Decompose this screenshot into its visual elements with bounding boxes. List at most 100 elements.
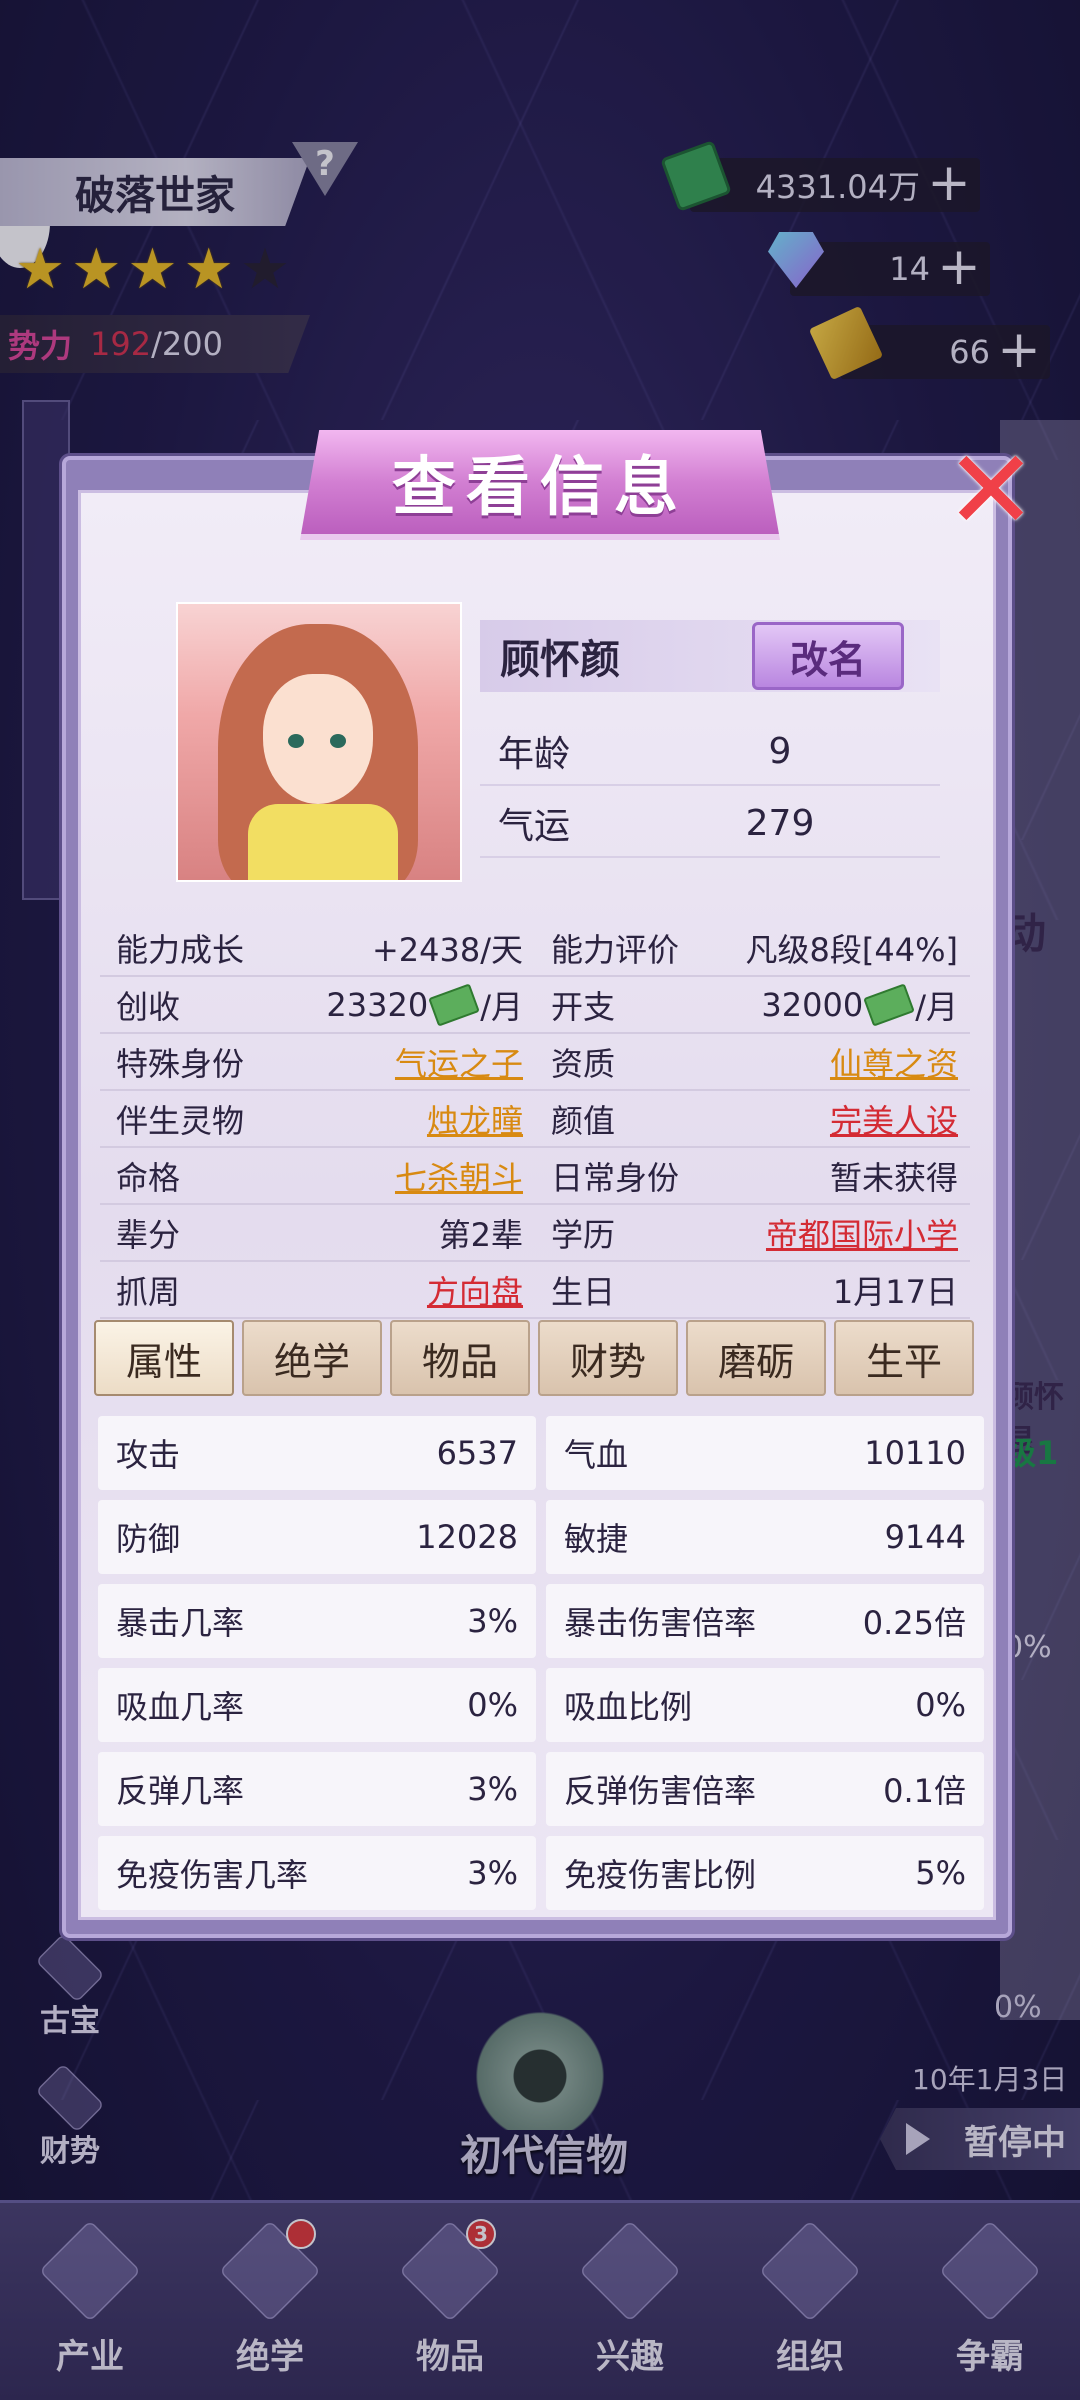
info-value-text: 1月17日	[832, 1272, 958, 1311]
stat-cell: 反弹伤害倍率 0.1倍	[546, 1752, 984, 1826]
stat-value: 6537	[436, 1434, 518, 1472]
stat-row: 反弹几率 3% 反弹伤害倍率 0.1倍	[98, 1752, 984, 1826]
tab-3[interactable]: 财势	[538, 1320, 678, 1396]
info-value-text: +2438/天	[371, 930, 523, 969]
info-value[interactable]: 气运之子	[395, 1039, 523, 1085]
stat-row: 暴击几率 3% 暴击伤害倍率 0.25倍	[98, 1584, 984, 1658]
stat-label: 免疫伤害几率	[116, 1856, 309, 1894]
portrait-eye	[288, 734, 304, 748]
info-value: 1月17日	[833, 1267, 958, 1313]
stat-row: 吸血几率 0% 吸血比例 0%	[98, 1668, 984, 1742]
modal-title: 查看信息	[300, 430, 780, 540]
stat-value: 0.1倍	[883, 1772, 966, 1810]
tab-1[interactable]: 绝学	[242, 1320, 382, 1396]
info-label: 开支	[551, 987, 616, 1026]
info-value-text: 气运之子	[394, 1044, 523, 1083]
stat-cell: 防御 12028	[98, 1500, 536, 1574]
info-label: 创收	[116, 987, 181, 1026]
info-row: 抓周 方向盘 生日 1月17日	[100, 1262, 970, 1319]
info-label: 生日	[551, 1272, 616, 1311]
stat-value: 3%	[467, 1854, 518, 1892]
info-row: 伴生灵物 烛龙瞳 颜值 完美人设	[100, 1091, 970, 1148]
info-value: 第2辈	[439, 1210, 523, 1256]
info-value: +2438/天	[372, 925, 523, 971]
info-value-suffix: /月	[480, 987, 523, 1026]
stat-cell: 吸血几率 0%	[98, 1668, 536, 1742]
info-label: 能力成长	[116, 930, 245, 969]
info-row: 特殊身份 气运之子 资质 仙尊之资	[100, 1034, 970, 1091]
stat-cell: 暴击伤害倍率 0.25倍	[546, 1584, 984, 1658]
portrait-face	[263, 674, 373, 804]
attribute-stats: 攻击 6537 气血 10110 防御 12028 敏捷 9144 暴击几率 3% 暴击伤害倍率 0.…	[98, 1416, 984, 1920]
info-cell: 能力评价 凡级8段[44%]	[535, 920, 970, 975]
tab-5[interactable]: 生平	[834, 1320, 974, 1396]
luck-row: 气运 279	[480, 790, 940, 858]
info-cell: 日常身份 暂未获得	[535, 1148, 970, 1203]
info-value[interactable]: 烛龙瞳	[427, 1096, 523, 1142]
stat-cell: 攻击 6537	[98, 1416, 536, 1490]
stat-label: 攻击	[116, 1436, 181, 1474]
info-value-text: 烛龙瞳	[426, 1101, 523, 1140]
stat-value: 10110	[864, 1434, 966, 1472]
info-value[interactable]: 七杀朝斗	[395, 1153, 523, 1199]
age-label: 年龄	[498, 734, 571, 775]
character-info-grid: 能力成长 +2438/天 能力评价 凡级8段[44%] 创收 23320/月 开支 32000…	[100, 920, 970, 1319]
stat-label: 吸血几率	[116, 1688, 245, 1726]
info-label: 命格	[116, 1158, 181, 1197]
info-label: 颜值	[551, 1101, 616, 1140]
tab-4[interactable]: 磨砺	[686, 1320, 826, 1396]
info-value-text: 暂未获得	[829, 1158, 958, 1197]
info-value: 凡级8段[44%]	[746, 925, 958, 971]
info-value[interactable]: 仙尊之资	[830, 1039, 958, 1085]
stat-cell: 吸血比例 0%	[546, 1668, 984, 1742]
stat-row: 攻击 6537 气血 10110	[98, 1416, 984, 1490]
info-value-text: 23320	[326, 985, 429, 1024]
info-row: 命格 七杀朝斗 日常身份 暂未获得	[100, 1148, 970, 1205]
info-label: 伴生灵物	[116, 1101, 245, 1140]
money-icon	[428, 982, 481, 1027]
info-value-text: 完美人设	[829, 1101, 958, 1140]
info-value-suffix: /月	[915, 987, 958, 1026]
info-row: 创收 23320/月 开支 32000/月	[100, 977, 970, 1034]
stat-cell: 免疫伤害几率 3%	[98, 1836, 536, 1910]
stat-cell: 敏捷 9144	[546, 1500, 984, 1574]
info-label: 辈分	[116, 1215, 181, 1254]
info-cell: 开支 32000/月	[535, 977, 970, 1032]
stat-value: 12028	[416, 1518, 518, 1556]
info-value: 32000/月	[761, 982, 958, 1028]
info-row: 辈分 第2辈 学历 帝都国际小学	[100, 1205, 970, 1262]
luck-label: 气运	[498, 806, 571, 847]
info-label: 资质	[551, 1044, 616, 1083]
info-label: 特殊身份	[116, 1044, 245, 1083]
info-cell: 抓周 方向盘	[100, 1262, 535, 1317]
stat-value: 5%	[915, 1854, 966, 1892]
age-row: 年龄 9	[480, 718, 940, 786]
info-cell: 伴生灵物 烛龙瞳	[100, 1091, 535, 1146]
detail-tabs: 属性 绝学 物品 财势 磨砺 生平	[94, 1320, 974, 1396]
info-value-text: 凡级8段[44%]	[745, 930, 958, 969]
tab-0[interactable]: 属性	[94, 1320, 234, 1396]
stat-value: 0.25倍	[862, 1604, 966, 1642]
info-cell: 能力成长 +2438/天	[100, 920, 535, 975]
info-cell: 资质 仙尊之资	[535, 1034, 970, 1089]
info-value[interactable]: 完美人设	[830, 1096, 958, 1142]
info-label: 抓周	[116, 1272, 181, 1311]
luck-value: 279	[745, 802, 815, 844]
money-icon	[863, 982, 916, 1027]
info-value[interactable]: 帝都国际小学	[766, 1210, 958, 1256]
stat-label: 免疫伤害比例	[564, 1856, 757, 1894]
info-cell: 特殊身份 气运之子	[100, 1034, 535, 1089]
portrait-dress	[248, 804, 398, 880]
info-value-text: 方向盘	[426, 1272, 523, 1311]
stat-value: 0%	[467, 1686, 518, 1724]
info-value-text: 仙尊之资	[829, 1044, 958, 1083]
close-icon[interactable]: ✕	[936, 435, 1046, 545]
info-label: 日常身份	[551, 1158, 680, 1197]
tab-2[interactable]: 物品	[390, 1320, 530, 1396]
rename-button[interactable]: 改名	[752, 622, 904, 690]
info-value: 暂未获得	[830, 1153, 958, 1199]
stat-label: 反弹几率	[116, 1772, 245, 1810]
stat-row: 防御 12028 敏捷 9144	[98, 1500, 984, 1574]
stat-label: 暴击几率	[116, 1604, 245, 1642]
info-value[interactable]: 方向盘	[427, 1267, 523, 1313]
